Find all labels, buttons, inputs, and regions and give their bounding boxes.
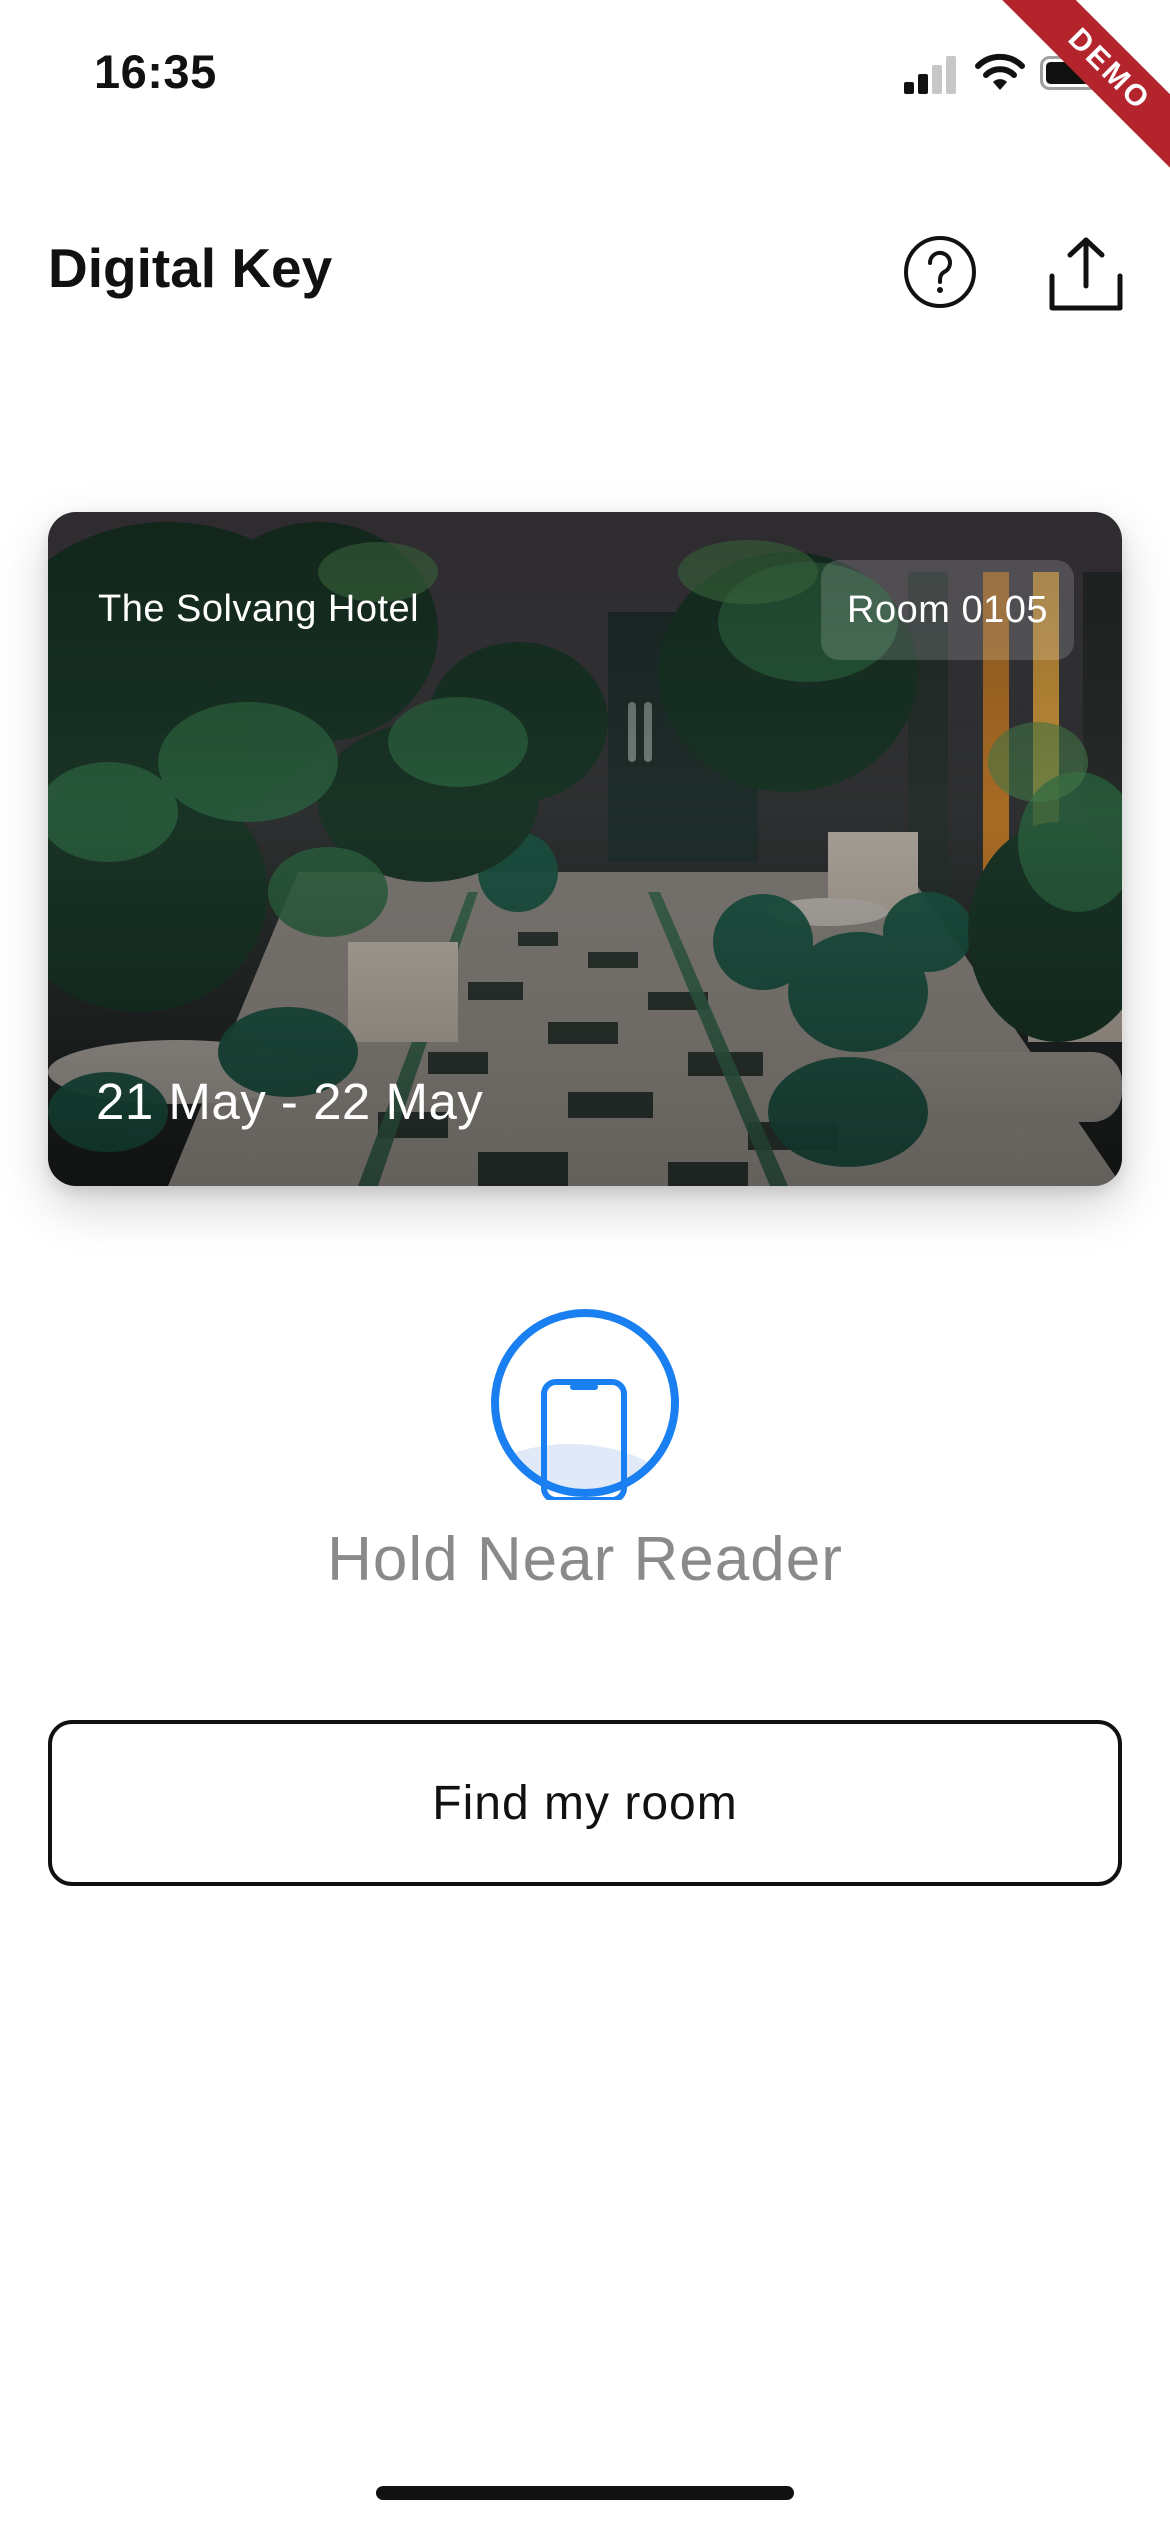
help-circle-icon[interactable] (902, 234, 978, 310)
stay-dates: 21 May - 22 May (96, 1073, 484, 1130)
share-upload-icon[interactable] (1044, 234, 1128, 314)
hotel-name: The Solvang Hotel (98, 588, 420, 630)
demo-ribbon: DEMO (990, 0, 1170, 180)
find-my-room-button[interactable]: Find my room (48, 1720, 1122, 1886)
digital-key-screen: 16:35 DEMO Digital Key The Solvang Hotel… (0, 0, 1170, 2532)
hold-near-reader-label: Hold Near Reader (327, 1525, 843, 1594)
home-indicator[interactable] (376, 2486, 794, 2500)
cellular-signal-icon (904, 56, 956, 94)
room-badge: Room 0105 (821, 560, 1074, 660)
status-time: 16:35 (94, 45, 217, 98)
find-my-room-label: Find my room (432, 1776, 738, 1830)
phone-nfc-icon (491, 1309, 679, 1500)
page-title: Digital Key (48, 237, 333, 299)
room-number: Room 0105 (847, 588, 1048, 631)
demo-ribbon-label: DEMO (990, 0, 1170, 180)
room-key-card[interactable]: The Solvang Hotel Room 0105 21 May - 22 … (48, 512, 1122, 1186)
